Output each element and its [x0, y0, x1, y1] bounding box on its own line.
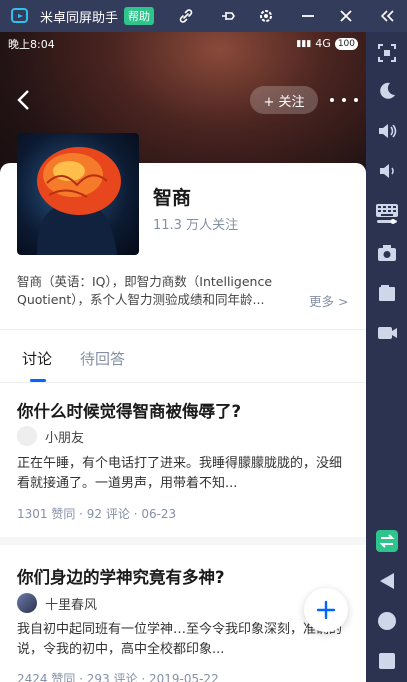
avatar: [17, 426, 37, 446]
minimize-icon[interactable]: [298, 6, 318, 26]
back-nav-icon[interactable]: [374, 568, 400, 594]
recent-nav-icon[interactable]: [374, 648, 400, 674]
signal-icon: ▮▮▮: [296, 38, 312, 49]
window-title: 米卓同屏助手: [40, 10, 119, 26]
divider: [0, 382, 366, 383]
network-label: 4G: [315, 37, 331, 50]
author-name: 十里春风: [45, 597, 98, 613]
author-name: 小朋友: [45, 430, 85, 446]
post-meta: 1301 赞同 · 92 评论 · 06-23: [17, 507, 177, 521]
status-time: 晚上8:04: [8, 38, 55, 51]
feed-separator: [0, 537, 366, 545]
app-switch-icon[interactable]: [374, 528, 400, 554]
tool-sidebar: [366, 32, 407, 682]
window-title-bar: 米卓同屏助手 帮助: [0, 0, 407, 32]
night-mode-icon[interactable]: [374, 78, 400, 104]
home-nav-icon[interactable]: [374, 608, 400, 634]
link-icon[interactable]: [176, 6, 196, 26]
help-button[interactable]: 帮助: [124, 7, 155, 25]
record-icon[interactable]: [374, 320, 400, 346]
question-title[interactable]: 你们身边的学神究竟有多神?: [17, 564, 225, 588]
tab-bar: 讨论 待回答: [0, 338, 366, 382]
pin-icon[interactable]: [218, 6, 238, 26]
tab-discussion[interactable]: 讨论: [22, 348, 52, 369]
status-bar: 晚上8:04 ▮▮▮ 4G 100: [0, 32, 366, 56]
volume-down-icon[interactable]: [374, 158, 400, 184]
back-button[interactable]: [14, 88, 34, 112]
question-title[interactable]: 你什么时候觉得智商被侮辱了?: [17, 398, 241, 422]
avatar: [17, 593, 37, 613]
tab-to-answer[interactable]: 待回答: [80, 348, 125, 369]
file-icon[interactable]: [374, 280, 400, 306]
screenshot-icon[interactable]: [374, 40, 400, 66]
answer-excerpt[interactable]: 正在午睡，有个电话打了进来。我睡得朦朦胧胧的，没细看就接通了。一道男声，用带着不…: [17, 454, 347, 494]
app-logo-icon: [11, 8, 28, 23]
keyboard-icon[interactable]: [374, 200, 400, 226]
post-meta: 2424 赞同 · 293 评论 · 2019-05-22: [17, 672, 219, 682]
author-row[interactable]: 十里春风: [17, 593, 97, 613]
collapse-icon[interactable]: [377, 6, 397, 26]
topic-thumbnail: [17, 133, 139, 255]
settings-icon[interactable]: [256, 6, 276, 26]
more-options-icon[interactable]: [330, 90, 358, 110]
author-row[interactable]: 小朋友: [17, 426, 84, 446]
add-post-button[interactable]: [304, 588, 348, 632]
close-icon[interactable]: [336, 6, 356, 26]
camera-icon[interactable]: [374, 240, 400, 266]
battery-icon: 100: [334, 37, 358, 50]
follower-count: 11.3 万人关注: [153, 218, 239, 233]
topic-title: 智商: [153, 187, 192, 209]
divider: [0, 329, 366, 330]
answer-excerpt[interactable]: 我自初中起同班有一位学神…至今令我印象深刻，准确的说，令我的初中，高中全校都印象…: [17, 620, 347, 660]
more-link[interactable]: 更多 >: [309, 291, 348, 310]
follow-button[interactable]: + 关注: [250, 86, 318, 114]
topic-description[interactable]: 智商（英语：IQ），即智力商数（Intelligence Quotient），系…: [17, 273, 302, 309]
volume-up-icon[interactable]: [374, 118, 400, 144]
phone-screen: 晚上8:04 ▮▮▮ 4G 100 + 关注 智商 11.3 万人关注 智商（英…: [0, 32, 366, 682]
